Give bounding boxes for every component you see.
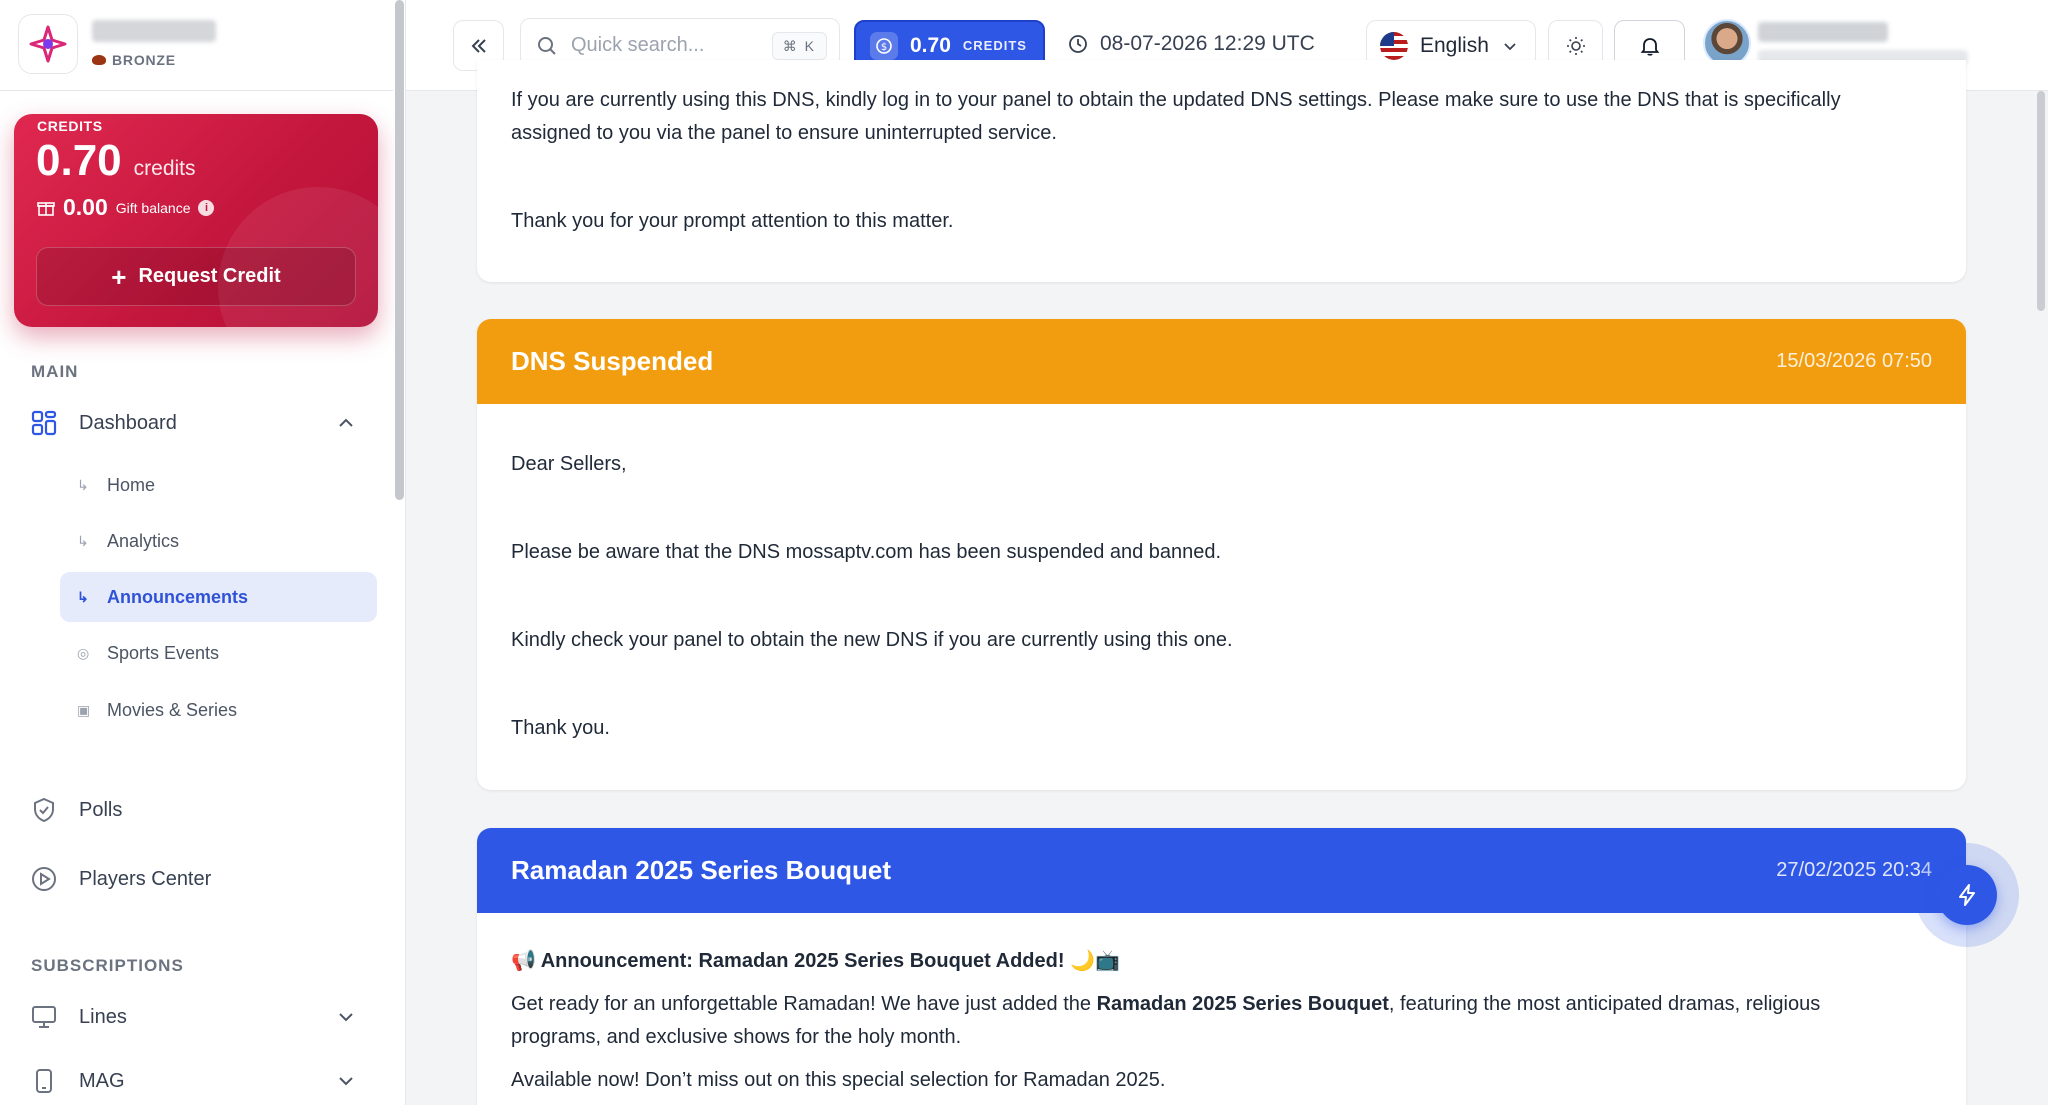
sidebar-item-mag[interactable]: MAG [31,1068,371,1094]
main-scrollbar[interactable] [2034,91,2048,1105]
announcement-text: Thank you for your prompt attention to t… [511,210,954,232]
announcement-header: DNS Suspended 15/03/2026 07:50 [477,319,1966,404]
bronze-medal-icon [92,55,106,65]
announcement-text: Available now! Don’t miss out on this sp… [511,1069,1166,1091]
brand-logo-icon[interactable] [18,14,78,74]
sub-arrow-icon: ↳ [77,532,89,549]
sports-ball-icon: ◎ [77,644,90,661]
announcement-card-ramadan: Ramadan 2025 Series Bouquet 27/02/2025 2… [477,828,1966,1105]
user-menu[interactable] [1758,22,1968,64]
section-label-subscriptions: SUBSCRIPTIONS [31,956,184,975]
search-icon [538,36,556,55]
sidebar-item-announcements[interactable]: ↳ Announcements [60,572,377,622]
dashboard-grid-icon [31,410,57,436]
chevron-down-icon[interactable] [336,1071,356,1091]
smartphone-icon [36,1069,52,1093]
film-icon: ▣ [77,701,91,718]
announcement-text: programs, and exclusive shows for the ho… [511,1026,962,1048]
search-input[interactable] [571,34,771,57]
sidebar-scrollbar[interactable] [393,0,405,1105]
announcement-text: Dear Sellers, [511,453,627,475]
chevron-up-icon[interactable] [336,413,356,433]
announcement-date: 27/02/2025 20:34 [1776,859,1932,881]
sub-arrow-icon: ↳ [77,588,89,605]
clock-icon [1069,35,1087,53]
request-credit-button[interactable]: + Request Credit [36,247,356,306]
quick-action-button[interactable] [1937,865,1997,925]
sidebar: BRONZE CREDITS 0.70 credits 0.00 Gift ba… [0,0,406,1105]
play-circle-icon [32,867,56,891]
announcement-header: Ramadan 2025 Series Bouquet 27/02/2025 2… [477,828,1966,913]
announcement-card-dns-suspended: DNS Suspended 15/03/2026 07:50 Dear Sell… [477,319,1966,790]
sidebar-item-dashboard[interactable]: Dashboard [31,410,371,436]
tier-badge: BRONZE [92,52,216,68]
sidebar-item-sports-events[interactable]: ◎ Sports Events [60,628,377,678]
chevron-down-icon[interactable] [336,1007,356,1027]
shield-check-icon [34,797,54,823]
sidebar-item-lines[interactable]: Lines [31,1004,371,1030]
svg-text:$: $ [881,42,887,53]
gift-balance: 0.00 Gift balance i [37,194,215,221]
sidebar-item-polls[interactable]: Polls [31,797,122,823]
sub-arrow-icon: ↳ [77,476,89,493]
sidebar-item-analytics[interactable]: ↳ Analytics [60,516,377,566]
dollar-coin-icon: $ [870,31,898,60]
announcement-title: Ramadan 2025 Series Bouquet [511,855,892,885]
sidebar-item-home[interactable]: ↳ Home [60,460,377,510]
sun-icon [1566,36,1585,55]
credit-amount: 0.70 credits [36,136,196,185]
sidebar-item-movies-series[interactable]: ▣ Movies & Series [60,685,377,735]
announcement-headline: 📢 Announcement: Ramadan 2025 Series Bouq… [511,950,1120,972]
monitor-icon [32,1006,56,1028]
announcement-text: assigned to you via the panel to ensure … [511,122,1057,144]
plus-icon: + [111,261,127,292]
info-icon[interactable]: i [198,199,215,216]
us-flag-icon [1380,31,1408,60]
announcement-text: Kindly check your panel to obtain the ne… [511,629,1233,651]
credit-card-label: CREDITS [37,118,103,134]
chevron-down-icon [1504,42,1516,50]
sidebar-item-players-center[interactable]: Players Center [31,866,211,892]
credit-card: CREDITS 0.70 credits 0.00 Gift balance i… [14,114,378,327]
divider [0,90,393,91]
chevrons-left-icon [471,38,486,53]
announcement-title: DNS Suspended [511,346,714,376]
announcement-text: If you are currently using this DNS, kin… [511,89,1841,111]
announcement-date: 15/03/2026 07:50 [1776,350,1932,372]
shortcut-hint: ⌘ K [771,32,827,60]
announcement-card-previous: If you are currently using this DNS, kin… [477,60,1966,282]
brand-name-blurred [92,20,216,42]
server-clock: 08-07-2026 12:29 UTC [1068,32,1315,56]
announcement-text: Please be aware that the DNS mossaptv.co… [511,541,1222,563]
brand[interactable]: BRONZE [18,14,216,74]
gift-icon [37,201,55,216]
section-label-main: MAIN [31,362,79,381]
bell-icon [1640,37,1659,56]
announcement-text: Get ready for an unforgettable Ramadan! … [511,993,1821,1015]
lightning-icon [1959,884,1975,906]
announcement-text: Thank you. [511,717,610,739]
